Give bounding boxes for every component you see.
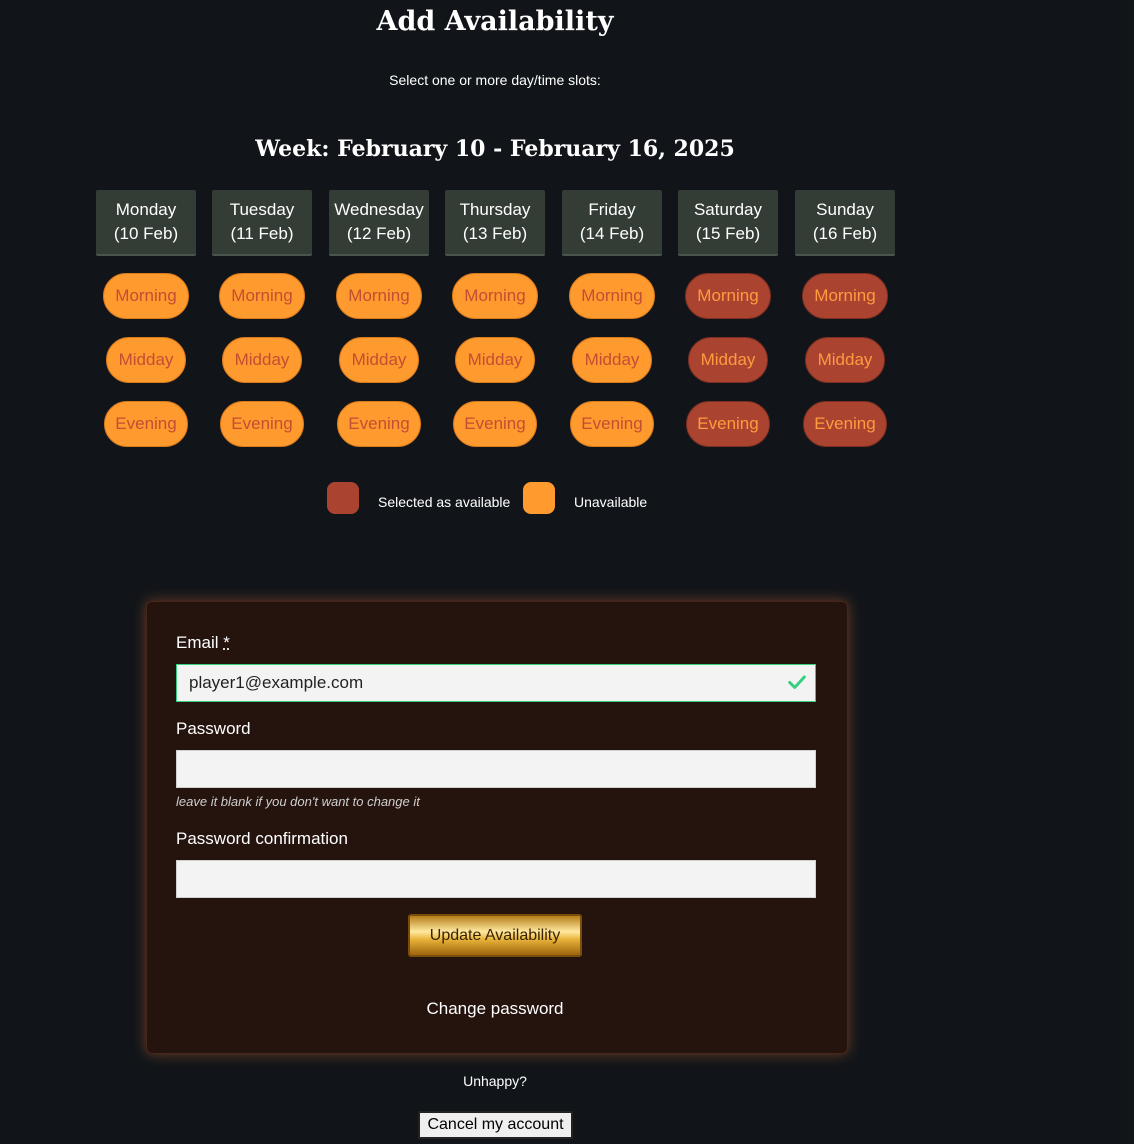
email-label-text: Email (176, 633, 219, 652)
page-subtitle: Select one or more day/time slots: (389, 72, 601, 88)
day-name: Friday (588, 200, 636, 219)
day-header-sunday: Sunday (16 Feb) (795, 190, 895, 256)
slot-sunday-morning[interactable]: Morning (802, 273, 888, 319)
slot-saturday-evening[interactable]: Evening (686, 401, 770, 447)
required-marker: * (223, 633, 230, 652)
slot-friday-evening[interactable]: Evening (570, 401, 654, 447)
legend-selected-label: Selected as available (378, 494, 511, 510)
password-confirmation-field[interactable] (176, 860, 816, 898)
slot-monday-morning[interactable]: Morning (103, 273, 189, 319)
cancel-account-button[interactable]: Cancel my account (418, 1111, 573, 1139)
legend-unavailable-label: Unavailable (574, 494, 648, 510)
slot-wednesday-morning[interactable]: Morning (336, 273, 422, 319)
day-date: (15 Feb) (695, 224, 761, 243)
slot-thursday-morning[interactable]: Morning (452, 273, 538, 319)
day-date: (13 Feb) (462, 224, 528, 243)
day-name: Thursday (459, 200, 531, 219)
slot-monday-evening[interactable]: Evening (104, 401, 188, 447)
password-hint: leave it blank if you don't want to chan… (176, 794, 420, 809)
change-password-link[interactable]: Change password (0, 999, 990, 1019)
day-date: (11 Feb) (230, 224, 294, 243)
day-name: Monday (115, 200, 177, 219)
slot-tuesday-morning[interactable]: Morning (219, 273, 305, 319)
slot-thursday-evening[interactable]: Evening (453, 401, 537, 447)
day-header-thursday: Thursday (13 Feb) (445, 190, 545, 256)
password-label: Password (176, 719, 251, 738)
slot-wednesday-evening[interactable]: Evening (337, 401, 421, 447)
slot-friday-midday[interactable]: Midday (572, 337, 652, 383)
day-header-tuesday: Tuesday (11 Feb) (212, 190, 312, 256)
day-name: Wednesday (334, 200, 424, 219)
slot-wednesday-midday[interactable]: Midday (339, 337, 419, 383)
legend-unavailable-swatch (523, 482, 555, 514)
week-label: Week: February 10 - February 16, 2025 (255, 136, 735, 162)
slot-sunday-midday[interactable]: Midday (805, 337, 885, 383)
slot-saturday-morning[interactable]: Morning (685, 273, 771, 319)
slot-thursday-midday[interactable]: Midday (455, 337, 535, 383)
day-name: Sunday (816, 200, 874, 219)
day-header-friday: Friday (14 Feb) (562, 190, 662, 256)
day-header-saturday: Saturday (15 Feb) (678, 190, 778, 256)
password-field[interactable] (176, 750, 816, 788)
page-title: Add Availability (376, 6, 614, 37)
email-label: Email * (176, 633, 230, 653)
day-name: Tuesday (229, 200, 295, 219)
day-date: (12 Feb) (346, 224, 412, 243)
day-name: Saturday (693, 200, 763, 219)
slot-tuesday-evening[interactable]: Evening (220, 401, 304, 447)
slot-tuesday-midday[interactable]: Midday (222, 337, 302, 383)
day-header-monday: Monday (10 Feb) (96, 190, 196, 256)
day-date: (16 Feb) (812, 224, 878, 243)
email-field[interactable] (176, 664, 816, 702)
day-header-wednesday: Wednesday (12 Feb) (329, 190, 429, 256)
slot-friday-morning[interactable]: Morning (569, 273, 655, 319)
password-confirmation-label: Password confirmation (176, 829, 348, 848)
slot-saturday-midday[interactable]: Midday (688, 337, 768, 383)
check-icon (788, 675, 806, 689)
update-availability-button[interactable]: Update Availability (408, 914, 582, 957)
unhappy-text: Unhappy? (463, 1073, 527, 1089)
day-date: (14 Feb) (579, 224, 645, 243)
slot-sunday-evening[interactable]: Evening (803, 401, 887, 447)
day-date: (10 Feb) (113, 224, 179, 243)
legend-selected-swatch (327, 482, 359, 514)
slot-monday-midday[interactable]: Midday (106, 337, 186, 383)
